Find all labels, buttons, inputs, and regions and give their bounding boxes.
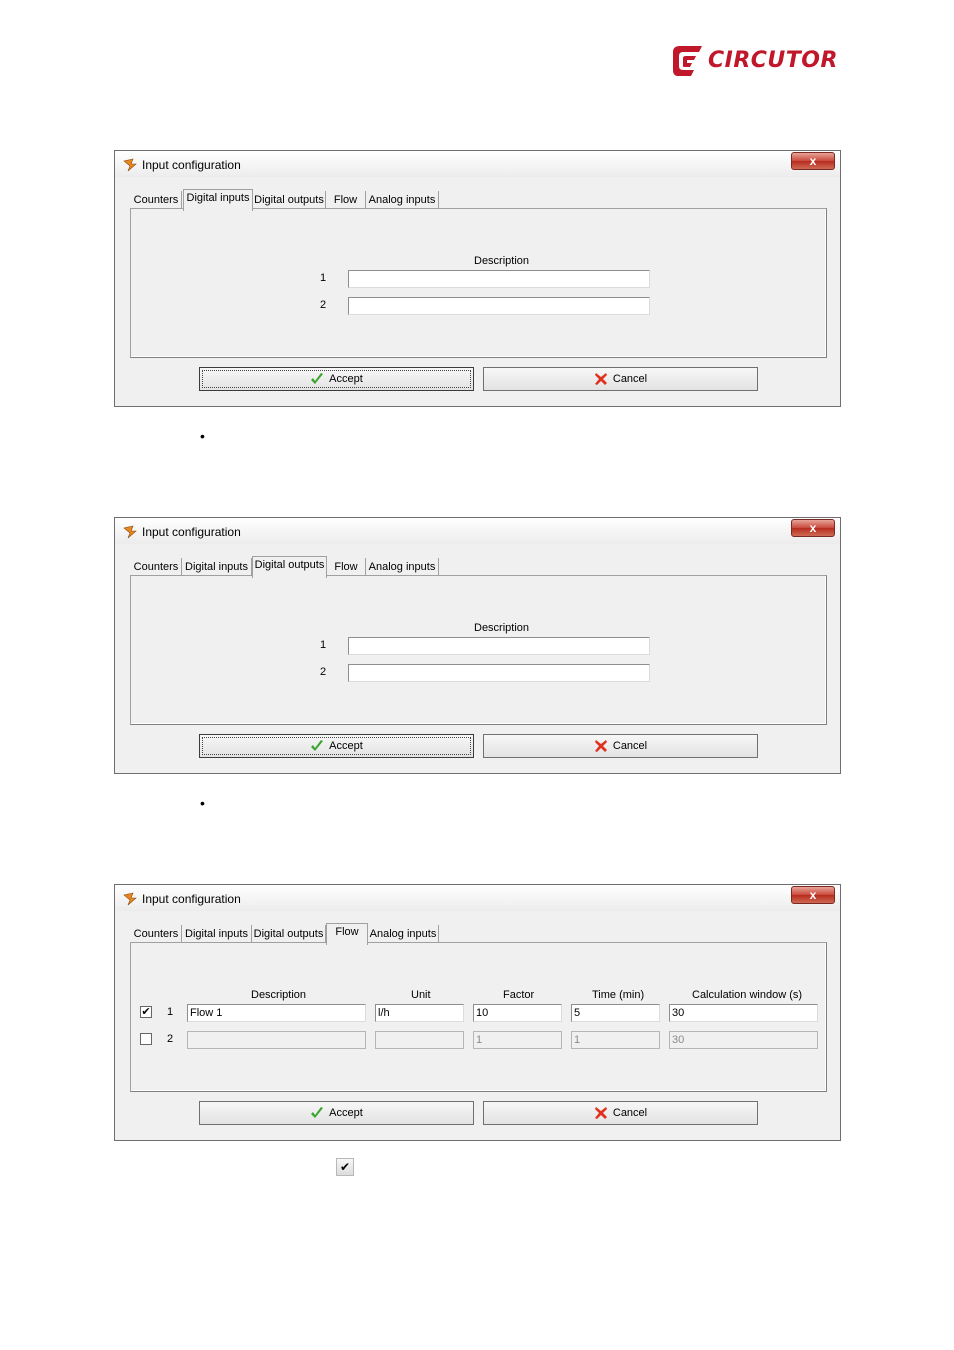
checked-checkbox-icon: ✔: [336, 1158, 354, 1176]
accept-label: Accept: [329, 740, 363, 753]
tab-digital-inputs[interactable]: Digital inputs: [182, 925, 252, 943]
title-bar: Input configuration x: [115, 885, 840, 911]
row-index: 2: [167, 1033, 174, 1045]
flow-2-factor-input[interactable]: 1: [473, 1031, 562, 1049]
factor-header: Factor: [503, 989, 535, 1001]
dialog-title: Input configuration: [142, 892, 241, 906]
row-2-enabled-checkbox[interactable]: [140, 1033, 152, 1045]
row-index: 1: [167, 1006, 174, 1018]
cancel-label: Cancel: [612, 1107, 648, 1120]
title-bar: Input configuration x: [115, 151, 840, 177]
description-input-2[interactable]: [348, 297, 650, 315]
description-header: Description: [474, 255, 530, 267]
app-icon: [123, 525, 137, 539]
tab-flow[interactable]: Flow: [326, 191, 366, 209]
dialog-title: Input configuration: [142, 158, 241, 172]
tab-analog-inputs[interactable]: Analog inputs: [366, 191, 439, 209]
checkmark-icon: [311, 740, 324, 752]
dialog-title: Input configuration: [142, 525, 241, 539]
flow-1-description-input[interactable]: Flow 1: [187, 1004, 366, 1022]
checkmark-icon: ✔: [141, 1006, 151, 1018]
bullet: •: [200, 795, 205, 811]
flow-1-factor-input[interactable]: 10: [473, 1004, 562, 1022]
time-header: Time (min): [592, 989, 645, 1001]
flow-2-description-input[interactable]: [187, 1031, 366, 1049]
flow-2-unit-input[interactable]: [375, 1031, 464, 1049]
accept-label: Accept: [329, 373, 363, 386]
input-configuration-dialog-digital-inputs: Input configuration x Counters Digital i…: [114, 150, 841, 407]
unit-header: Unit: [411, 989, 431, 1001]
description-input-2[interactable]: [348, 664, 650, 682]
tab-analog-inputs[interactable]: Analog inputs: [368, 925, 439, 943]
logo-text: CIRCUTOR: [708, 48, 838, 73]
cross-icon: [594, 373, 607, 386]
tab-digital-outputs[interactable]: Digital outputs: [252, 556, 327, 578]
row-index: 2: [320, 299, 327, 311]
accept-label: Accept: [329, 1107, 363, 1120]
tab-digital-inputs[interactable]: Digital inputs: [183, 189, 253, 211]
accept-button[interactable]: Accept: [199, 1101, 474, 1125]
tab-flow[interactable]: Flow: [326, 923, 368, 945]
tab-flow[interactable]: Flow: [327, 558, 366, 576]
calculation-window-header: Calculation window (s): [692, 989, 803, 1001]
description-input-1[interactable]: [348, 637, 650, 655]
cross-icon: [594, 740, 607, 753]
close-icon: x: [809, 521, 817, 535]
app-icon: [123, 892, 137, 906]
app-icon: [123, 158, 137, 172]
close-icon: x: [809, 888, 817, 902]
close-button[interactable]: x: [791, 886, 835, 904]
checkmark-icon: [311, 1107, 324, 1119]
tab-digital-inputs[interactable]: Digital inputs: [182, 558, 252, 576]
flow-1-calculation-window-input[interactable]: 30: [669, 1004, 818, 1022]
cancel-button[interactable]: Cancel: [483, 734, 758, 758]
tab-counters[interactable]: Counters: [131, 925, 182, 943]
flow-1-unit-input[interactable]: l/h: [375, 1004, 464, 1022]
title-bar: Input configuration x: [115, 518, 840, 544]
checkmark-icon: ✔: [339, 1160, 351, 1174]
description-header: Description: [474, 622, 530, 634]
row-index: 1: [320, 272, 327, 284]
bullet: •: [200, 428, 205, 444]
accept-button[interactable]: Accept: [199, 367, 474, 391]
description-header: Description: [251, 989, 307, 1001]
cross-icon: [594, 1107, 607, 1120]
input-configuration-dialog-flow: Input configuration x Counters Digital i…: [114, 884, 841, 1141]
tab-counters[interactable]: Counters: [131, 558, 182, 576]
flow-2-time-input[interactable]: 1: [571, 1031, 660, 1049]
tab-panel: Description Unit Factor Time (min) Calcu…: [130, 942, 827, 1092]
cancel-button[interactable]: Cancel: [483, 1101, 758, 1125]
description-input-1[interactable]: [348, 270, 650, 288]
circutor-logo-icon: [673, 46, 702, 76]
tab-digital-outputs[interactable]: Digital outputs: [252, 925, 326, 943]
row-1-enabled-checkbox[interactable]: ✔: [140, 1006, 152, 1018]
input-configuration-dialog-digital-outputs: Input configuration x Counters Digital i…: [114, 517, 841, 774]
circutor-logo: CIRCUTOR: [672, 44, 844, 80]
checkmark-icon: [311, 373, 324, 385]
flow-1-time-input[interactable]: 5: [571, 1004, 660, 1022]
tab-panel: Description 1 2: [130, 208, 827, 358]
row-index: 1: [320, 639, 327, 651]
tab-digital-outputs[interactable]: Digital outputs: [253, 191, 326, 209]
close-button[interactable]: x: [791, 152, 835, 170]
cancel-label: Cancel: [612, 373, 648, 386]
close-button[interactable]: x: [791, 519, 835, 537]
cancel-label: Cancel: [612, 740, 648, 753]
close-icon: x: [809, 154, 817, 168]
tab-analog-inputs[interactable]: Analog inputs: [366, 558, 439, 576]
tab-counters[interactable]: Counters: [131, 191, 182, 209]
row-index: 2: [320, 666, 327, 678]
cancel-button[interactable]: Cancel: [483, 367, 758, 391]
tab-panel: Description 1 2: [130, 575, 827, 725]
flow-2-calculation-window-input[interactable]: 30: [669, 1031, 818, 1049]
accept-button[interactable]: Accept: [199, 734, 474, 758]
